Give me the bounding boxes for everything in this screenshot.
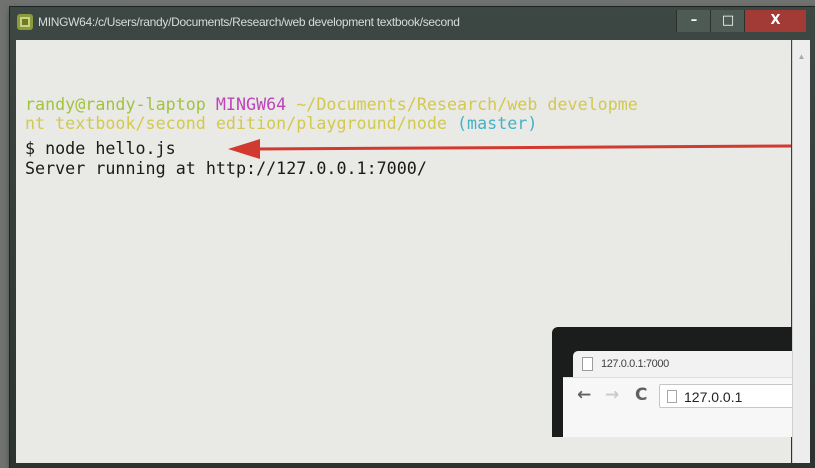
reload-icon[interactable]: C: [635, 384, 647, 406]
prompt-user: randy@randy-laptop: [25, 94, 206, 114]
prompt-system: MINGW64: [215, 94, 287, 114]
minimize-button[interactable]: –: [676, 10, 711, 32]
address-bar[interactable]: 127.0.0.1: [659, 384, 792, 408]
browser-toolbar: ← → C 127.0.0.1: [563, 377, 792, 437]
prompt-line-continued: nt textbook/second edition/playground/no…: [25, 113, 537, 133]
prompt-line: randy@randy-laptop MINGW64 ~/Documents/R…: [25, 94, 638, 114]
command-line: $ node hello.js: [25, 138, 176, 158]
terminal-scrollbar[interactable]: ▲: [792, 40, 810, 463]
prompt-path: ~/Documents/Research/web developme: [296, 94, 638, 114]
tab-title: 127.0.0.1:7000: [601, 358, 669, 370]
command-prefix: $: [25, 138, 46, 158]
page-icon: [667, 390, 677, 403]
browser-tab[interactable]: 127.0.0.1:7000: [573, 351, 792, 377]
forward-arrow-icon[interactable]: →: [605, 384, 619, 406]
prompt-branch: (master): [457, 113, 538, 133]
back-arrow-icon[interactable]: ←: [577, 384, 591, 406]
mingw-app-icon: [17, 14, 33, 30]
maximize-button[interactable]: □: [710, 10, 745, 32]
server-output: Server running at http://127.0.0.1:7000/: [25, 158, 427, 178]
title-bar[interactable]: MINGW64:/c/Users/randy/Documents/Researc…: [10, 7, 815, 37]
prompt-path-continued: nt textbook/second edition/playground/no…: [25, 113, 447, 133]
address-text: 127.0.0.1: [684, 389, 743, 405]
command-text: node hello.js: [45, 138, 176, 158]
page-icon: [582, 357, 593, 371]
window-title: MINGW64:/c/Users/randy/Documents/Researc…: [38, 15, 460, 29]
terminal-window: MINGW64:/c/Users/randy/Documents/Researc…: [10, 7, 815, 468]
close-button[interactable]: X: [744, 10, 806, 32]
browser-window: 127.0.0.1:7000 ← → C 127.0.0.1: [552, 327, 792, 437]
scroll-up-arrow-icon[interactable]: ▲: [793, 50, 810, 64]
